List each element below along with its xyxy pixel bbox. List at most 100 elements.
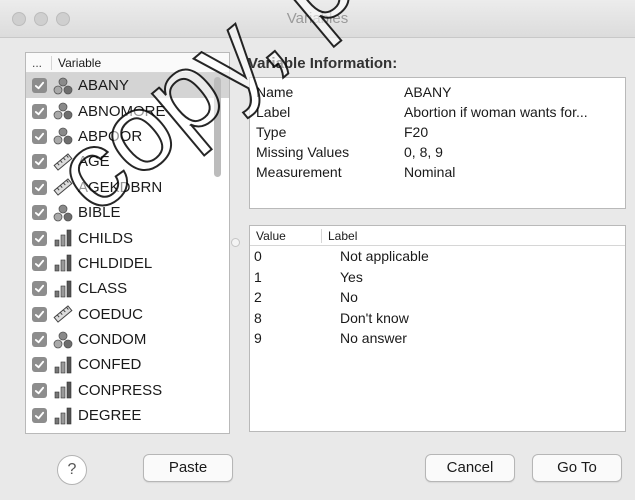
value-code: 0 (254, 248, 262, 265)
ordinal-bars-icon (52, 280, 74, 298)
info-row-missing-values: Missing Values 0, 8, 9 (256, 142, 619, 162)
info-value: Abortion if woman wants for... (404, 104, 588, 120)
variable-row-bible[interactable]: BIBLE (26, 200, 229, 225)
include-checkbox[interactable] (32, 78, 47, 94)
value-labels-header: Value Label (250, 226, 625, 246)
header-dots[interactable]: ... (26, 55, 52, 70)
include-checkbox[interactable] (32, 128, 47, 144)
window-title: Variables (286, 10, 349, 27)
scale-ruler-icon (52, 178, 74, 197)
variable-list[interactable]: ... Variable ABANY ABNOMORE ABPOOR AGE AGEKD… (25, 52, 230, 434)
value-code: 1 (254, 268, 262, 285)
variable-row-abnomore[interactable]: ABNOMORE (26, 98, 229, 123)
include-checkbox[interactable] (32, 281, 47, 297)
info-key: Type (256, 124, 287, 140)
value-label-row: 1 Yes (250, 267, 625, 288)
variable-rows: ABANY ABNOMORE ABPOOR AGE AGEKDBRN BIBLE CHILD… (26, 73, 229, 428)
include-checkbox[interactable] (32, 408, 47, 424)
variable-name: ABPOOR (78, 127, 143, 145)
value-label-row: 0 Not applicable (250, 246, 625, 267)
variable-row-class[interactable]: CLASS (26, 276, 229, 301)
variable-list-scrollbar[interactable] (214, 77, 221, 177)
include-checkbox[interactable] (32, 179, 47, 195)
variable-row-chldidel[interactable]: CHLDIDEL (26, 251, 229, 276)
info-value: ABANY (404, 84, 452, 100)
variable-row-age[interactable]: AGE (26, 149, 229, 174)
value-code: 2 (254, 289, 262, 306)
variable-name: CHILDS (78, 229, 134, 247)
variable-row-abany[interactable]: ABANY (26, 73, 229, 99)
title-bar: Variables (0, 0, 635, 38)
cancel-button[interactable]: Cancel (425, 454, 515, 482)
value-code: 9 (254, 330, 262, 347)
variable-name: CONPRESS (78, 381, 163, 399)
value-label: Not applicable (340, 248, 429, 265)
include-checkbox[interactable] (32, 332, 47, 348)
variable-name: CONFED (78, 356, 142, 374)
info-row-measurement: Measurement Nominal (256, 162, 619, 182)
include-checkbox[interactable] (32, 230, 47, 246)
header-variable[interactable]: Variable (52, 56, 101, 70)
info-key: Missing Values (256, 144, 350, 160)
info-value: F20 (404, 124, 429, 140)
info-row-label: Label Abortion if woman wants for... (256, 102, 619, 122)
info-value: Nominal (404, 164, 456, 180)
info-key: Label (256, 104, 291, 120)
variable-name: ABNOMORE (78, 102, 166, 120)
ordinal-bars-icon (52, 229, 74, 247)
splitter-handle[interactable] (231, 238, 240, 247)
variable-row-confed[interactable]: CONFED (26, 352, 229, 377)
info-key: Measurement (256, 164, 342, 180)
value-label-row: 2 No (250, 287, 625, 308)
header-label: Label (328, 228, 358, 243)
scale-ruler-icon (52, 305, 74, 323)
value-label-row: 9 No answer (250, 328, 625, 349)
variable-list-header: ... Variable (26, 53, 229, 73)
variable-name: CHLDIDEL (78, 254, 153, 272)
variable-name: CLASS (78, 280, 128, 298)
variable-information-title: Variable Information: (248, 55, 398, 72)
variable-name: AGE (78, 153, 110, 171)
variable-row-agekdbrn[interactable]: AGEKDBRN (26, 175, 229, 200)
variable-row-condom[interactable]: CONDOM (26, 327, 229, 352)
value-label: Don't know (340, 309, 409, 326)
include-checkbox[interactable] (32, 255, 47, 271)
variable-name: AGEKDBRN (78, 178, 163, 196)
value-code: 8 (254, 309, 262, 326)
info-key: Name (256, 84, 294, 100)
ordinal-bars-icon (52, 254, 74, 272)
variable-name: COEDUC (78, 305, 144, 323)
value-label: No answer (340, 330, 407, 347)
value-label: No (340, 289, 358, 306)
include-checkbox[interactable] (32, 205, 47, 221)
variable-row-degree[interactable]: DEGREE (26, 403, 229, 428)
info-value: 0, 8, 9 (404, 144, 443, 160)
nominal-icon (52, 102, 74, 120)
info-row-type: Type F20 (256, 122, 619, 142)
nominal-icon (52, 331, 74, 349)
include-checkbox[interactable] (32, 103, 47, 119)
include-checkbox[interactable] (32, 357, 47, 373)
ordinal-bars-icon (52, 356, 74, 374)
variable-name: BIBLE (78, 204, 121, 222)
variable-row-childs[interactable]: CHILDS (26, 225, 229, 250)
variable-information-panel: Name ABANY Label Abortion if woman wants fo… (249, 77, 626, 209)
nominal-icon (52, 77, 74, 95)
value-label-row: 8 Don't know (250, 308, 625, 329)
go-to-button[interactable]: Go To (532, 454, 622, 482)
variable-row-abpoor[interactable]: ABPOOR (26, 124, 229, 149)
include-checkbox[interactable] (32, 154, 47, 170)
variable-row-coeduc[interactable]: COEDUC (26, 302, 229, 327)
ordinal-bars-icon (52, 381, 74, 399)
nominal-icon (52, 127, 74, 145)
header-value: Value (250, 228, 322, 243)
variable-name: DEGREE (78, 407, 142, 425)
include-checkbox[interactable] (32, 306, 47, 322)
variable-row-conpress[interactable]: CONPRESS (26, 378, 229, 403)
variable-name: CONDOM (78, 331, 147, 349)
value-label: Yes (340, 268, 363, 285)
paste-button[interactable]: Paste (143, 454, 233, 482)
help-button[interactable]: ? (57, 455, 87, 485)
include-checkbox[interactable] (32, 382, 47, 398)
ordinal-bars-icon (52, 407, 74, 425)
